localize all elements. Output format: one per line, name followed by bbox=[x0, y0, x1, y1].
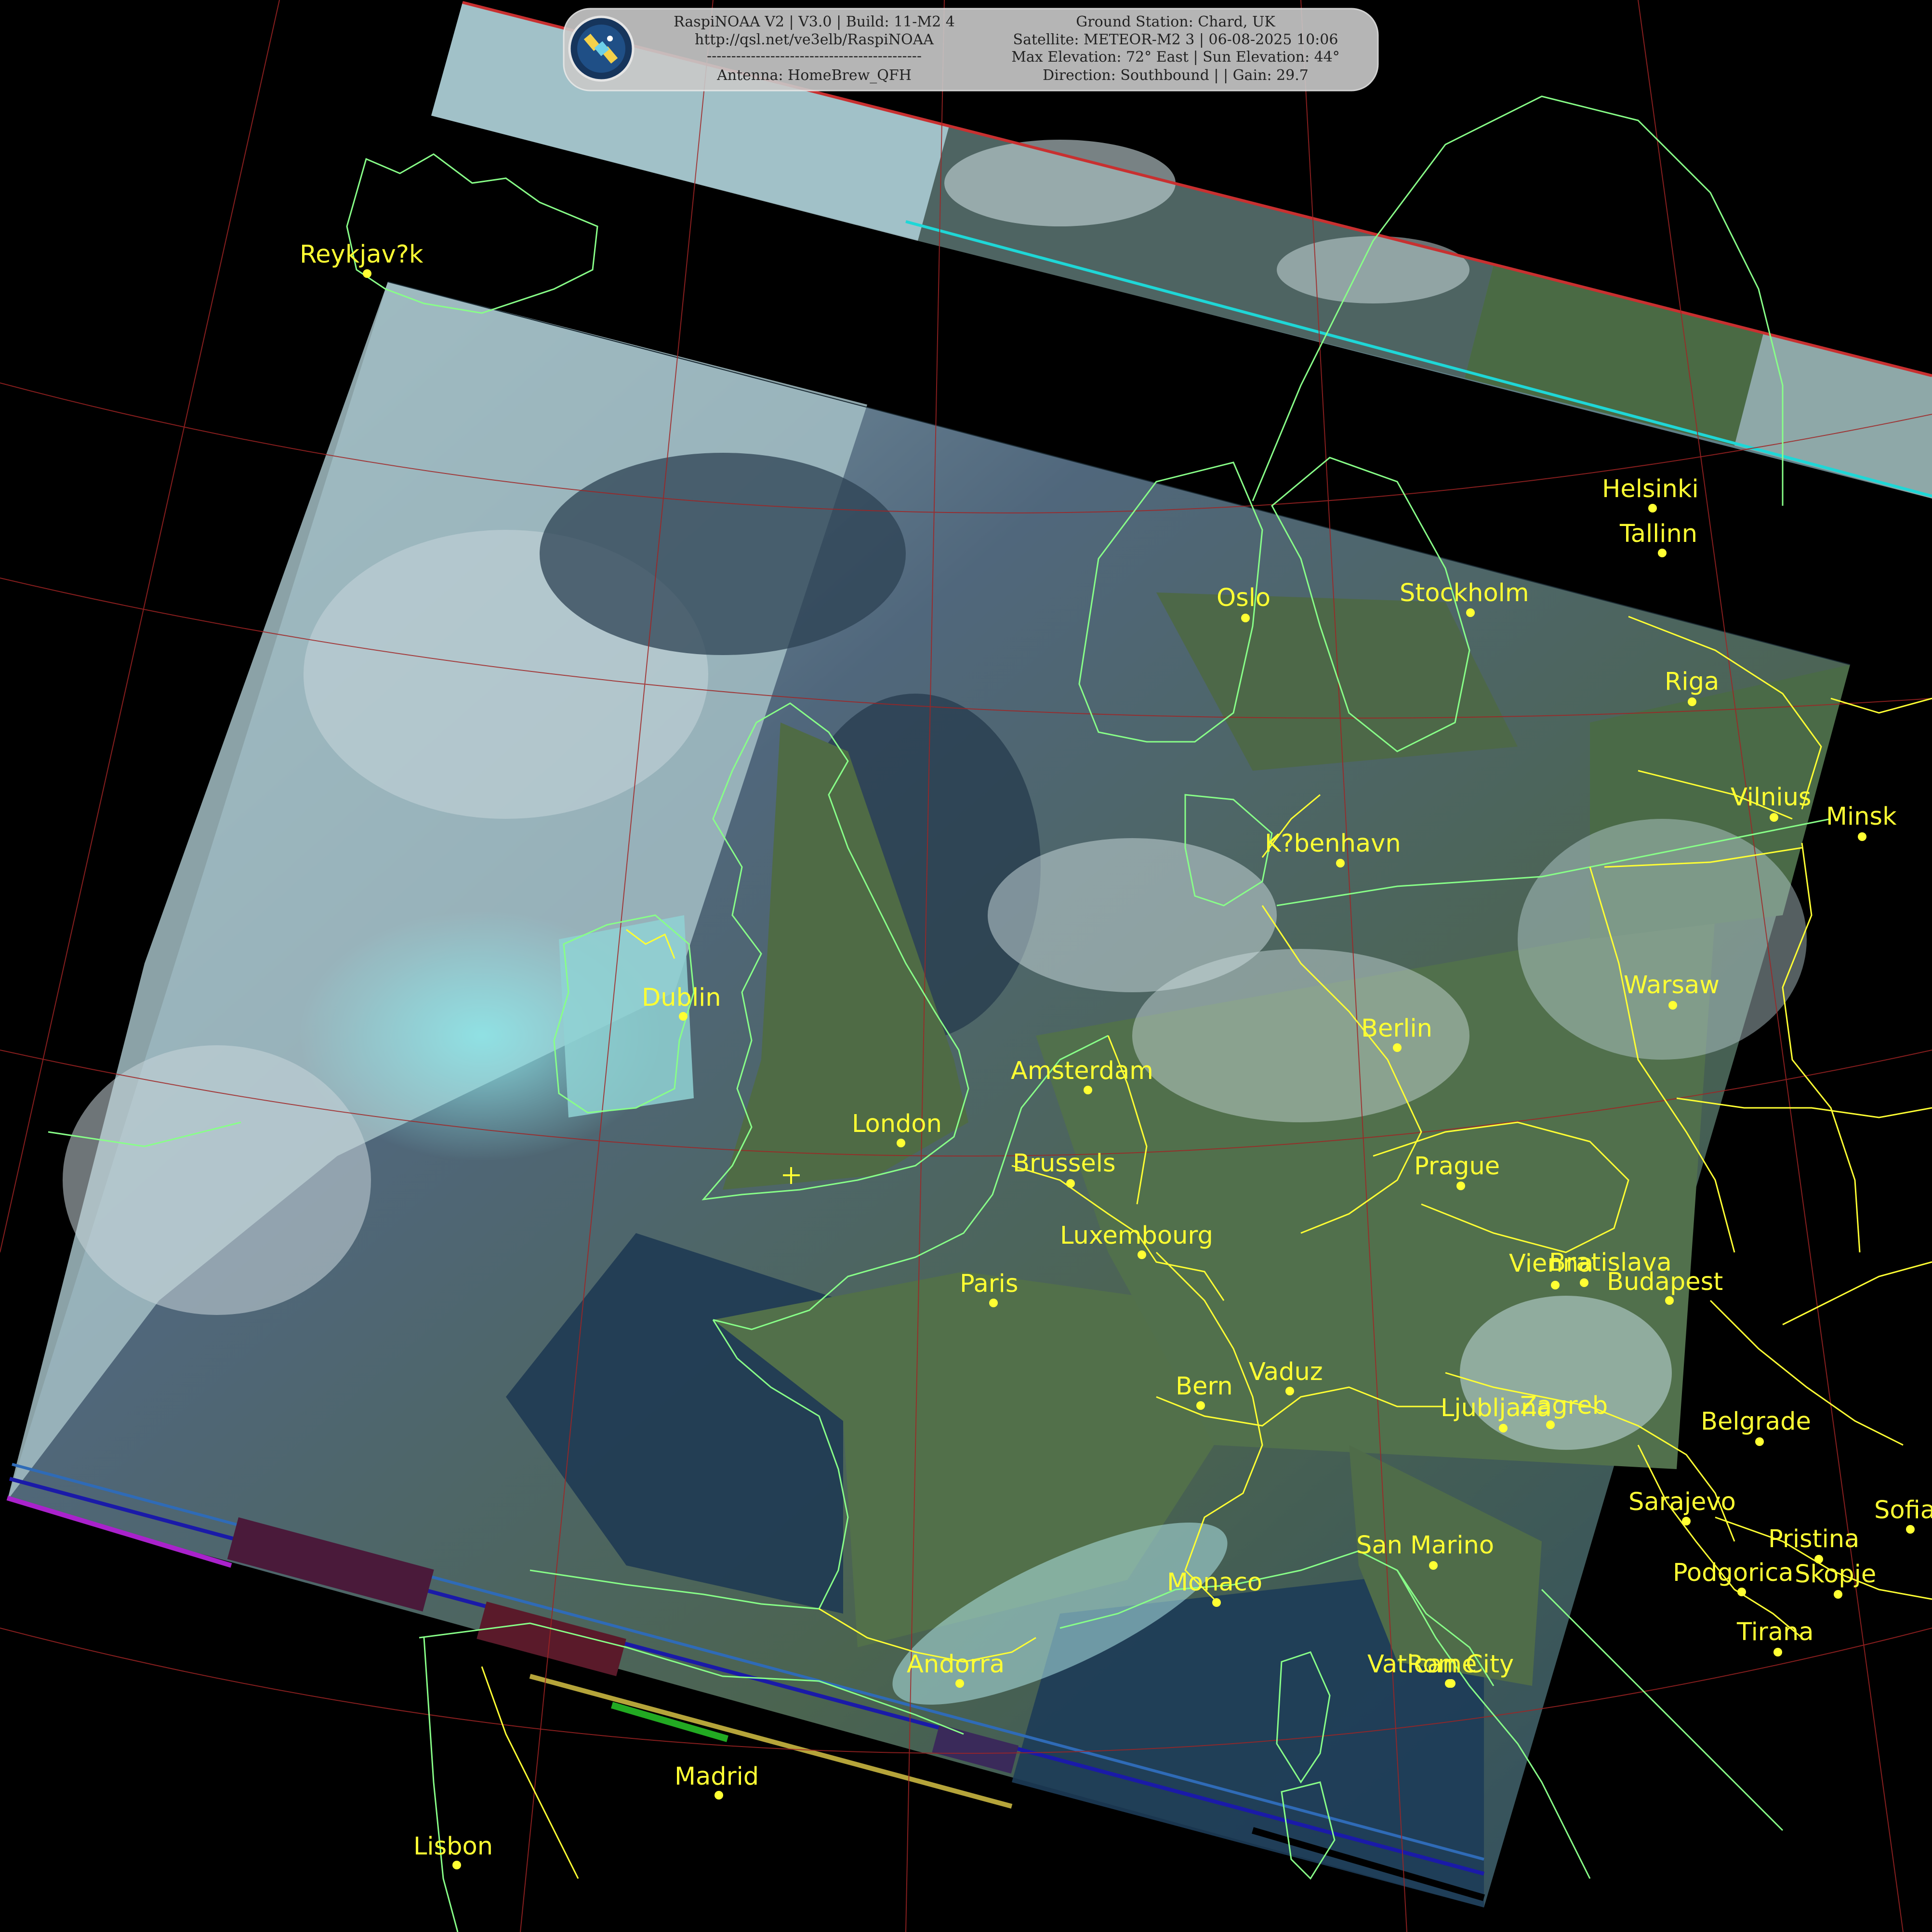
city-dot-vilnius bbox=[1770, 813, 1778, 822]
map-canvas: Reykjav?k Helsinki Tallinn Oslo Stockholm Rig… bbox=[0, 0, 1932, 1932]
city-dot-andorra bbox=[955, 1679, 964, 1688]
city-label-skopje: Skopje bbox=[1795, 1560, 1876, 1589]
city-label-budapest: Budapest bbox=[1607, 1268, 1723, 1296]
city-dot-vaduz bbox=[1285, 1387, 1294, 1395]
city-label-warsaw: Warsaw bbox=[1624, 971, 1720, 999]
header-right-line-4: Direction: Southbound | | Gain: 29.7 bbox=[1043, 67, 1309, 84]
city-label-luxembourg: Luxembourg bbox=[1060, 1222, 1213, 1250]
city-dot-lisbon bbox=[452, 1861, 461, 1869]
city-dot-warsaw bbox=[1668, 1001, 1677, 1010]
city-dot-ljubljana bbox=[1499, 1424, 1508, 1433]
city-label-bern: Bern bbox=[1176, 1372, 1233, 1401]
city-label-andorra: Andorra bbox=[907, 1650, 1005, 1679]
city-dot-sarajevo bbox=[1682, 1517, 1691, 1525]
city-label-zagreb: Zagreb bbox=[1520, 1392, 1608, 1420]
city-dot-luxembourg bbox=[1138, 1250, 1146, 1259]
city-label-berlin: Berlin bbox=[1361, 1014, 1432, 1043]
city-dot-london bbox=[897, 1139, 905, 1147]
city-label-riga: Riga bbox=[1665, 668, 1719, 696]
city-label-vilnius: Vilnius bbox=[1731, 783, 1812, 812]
city-label-tallinn: Tallinn bbox=[1619, 520, 1697, 548]
city-dot-berlin bbox=[1393, 1043, 1402, 1052]
city-dot-brussels bbox=[1066, 1179, 1075, 1188]
city-dot-stockholm bbox=[1466, 608, 1475, 617]
city-label-sarajevo: Sarajevo bbox=[1628, 1488, 1736, 1516]
city-label-oslo: Oslo bbox=[1217, 584, 1270, 612]
city-dot-rome bbox=[1447, 1679, 1456, 1688]
city-dot-bratislava bbox=[1580, 1278, 1588, 1287]
city-label-prague: Prague bbox=[1414, 1152, 1500, 1181]
city-dot-bern bbox=[1196, 1401, 1205, 1410]
city-label-rome: Rome bbox=[1407, 1650, 1477, 1679]
city-label-madrid: Madrid bbox=[675, 1762, 759, 1791]
city-dot-dublin bbox=[679, 1012, 688, 1021]
city-dot-minsk bbox=[1858, 832, 1866, 841]
header-left-line-4: Antenna: HomeBrew_QFH bbox=[716, 67, 912, 84]
city-dot-tirana bbox=[1773, 1648, 1782, 1656]
header-left-line-1: RaspiNOAA V2 | V3.0 | Build: 11-M2 4 bbox=[674, 13, 955, 30]
city-dot-zagreb bbox=[1546, 1420, 1555, 1429]
city-dot-paris bbox=[989, 1299, 998, 1307]
city-label-belgrade: Belgrade bbox=[1701, 1407, 1811, 1436]
city-dot-skopje bbox=[1834, 1590, 1842, 1599]
city-dot-belgrade bbox=[1755, 1437, 1764, 1446]
city-dot-helsinki bbox=[1648, 504, 1657, 513]
header-right-line-1: Ground Station: Chard, UK bbox=[1076, 13, 1275, 30]
city-label-amsterdam: Amsterdam bbox=[1011, 1057, 1153, 1085]
city-label-dublin: Dublin bbox=[642, 984, 721, 1012]
city-dot-madrid bbox=[715, 1791, 723, 1800]
city-dot-riga bbox=[1688, 697, 1696, 706]
city-dot-podgorica bbox=[1737, 1588, 1746, 1596]
city-dot-san-marino bbox=[1429, 1561, 1438, 1570]
city-label-reykjavik: Reykjav?k bbox=[300, 240, 423, 269]
city-label-monaco: Monaco bbox=[1167, 1568, 1262, 1597]
city-label-pristina: Pristina bbox=[1768, 1525, 1859, 1553]
city-label-london: London bbox=[852, 1110, 942, 1138]
city-label-san-marino: San Marino bbox=[1356, 1531, 1494, 1560]
city-dot-tallinn bbox=[1658, 549, 1667, 557]
city-dot-prague bbox=[1456, 1182, 1465, 1190]
city-dot-sofia bbox=[1906, 1525, 1915, 1534]
city-label-tirana: Tirana bbox=[1736, 1618, 1814, 1646]
city-dot-reykjavik bbox=[363, 269, 371, 278]
city-dot-kobenhavn bbox=[1336, 859, 1345, 867]
city-label-helsinki: Helsinki bbox=[1602, 475, 1699, 503]
satellite-logo-icon bbox=[568, 15, 635, 82]
info-banner: RaspiNOAA V2 | V3.0 | Build: 11-M2 4 htt… bbox=[563, 8, 1379, 92]
city-label-brussels: Brussels bbox=[1013, 1149, 1116, 1178]
city-dot-oslo bbox=[1241, 614, 1250, 622]
city-label-minsk: Minsk bbox=[1826, 802, 1897, 831]
city-label-podgorica: Podgorica bbox=[1673, 1559, 1794, 1587]
city-label-vaduz: Vaduz bbox=[1249, 1358, 1323, 1386]
city-dot-amsterdam bbox=[1084, 1086, 1092, 1094]
city-label-paris: Paris bbox=[960, 1270, 1018, 1298]
city-label-stockholm: Stockholm bbox=[1400, 579, 1529, 607]
city-dot-vienna bbox=[1551, 1281, 1560, 1289]
city-dot-monaco bbox=[1212, 1598, 1221, 1607]
satellite-map: Reykjav?k Helsinki Tallinn Oslo Stockholm Rig… bbox=[0, 0, 1932, 1932]
city-label-lisbon: Lisbon bbox=[413, 1832, 493, 1861]
header-right-line-3: Max Elevation: 72° East | Sun Elevation:… bbox=[1011, 49, 1340, 66]
header-left-line-2: http://qsl.net/ve3elb/RaspiNOAA bbox=[695, 31, 934, 48]
header-left-line-3: ----------------------------------------… bbox=[707, 48, 922, 65]
city-dot-budapest bbox=[1665, 1296, 1674, 1305]
city-label-sofia: Sofia bbox=[1874, 1496, 1932, 1525]
header-right-line-2: Satellite: METEOR-M2 3 | 06-08-2025 10:0… bbox=[1013, 31, 1338, 48]
city-label-kobenhavn: K?benhavn bbox=[1265, 829, 1401, 858]
